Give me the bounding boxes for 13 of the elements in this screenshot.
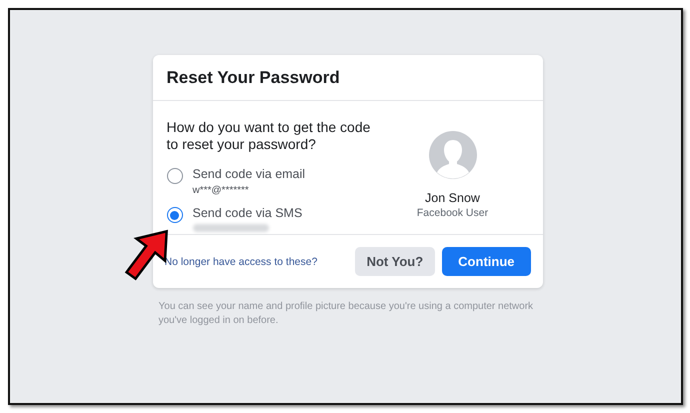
dialog-title: Reset Your Password bbox=[166, 68, 340, 88]
avatar-icon bbox=[428, 131, 476, 179]
radio-button[interactable] bbox=[166, 168, 182, 184]
not-you-button[interactable]: Not You? bbox=[354, 247, 436, 276]
option-label[interactable]: Send code via SMS bbox=[192, 206, 302, 220]
option-detail: w***@******* bbox=[192, 185, 250, 196]
footnote-text: You can see your name and profile picture because you're using a computer network you've logged in on before. bbox=[158, 300, 534, 328]
profile-subtitle: Facebook User bbox=[416, 207, 488, 219]
question-text: How do you want to get the code to reset your password? bbox=[166, 119, 372, 153]
radio-button[interactable] bbox=[166, 207, 182, 223]
continue-button[interactable]: Continue bbox=[442, 247, 530, 276]
profile-name: Jon Snow bbox=[425, 191, 480, 205]
option-label[interactable]: Send code via email bbox=[192, 167, 306, 181]
